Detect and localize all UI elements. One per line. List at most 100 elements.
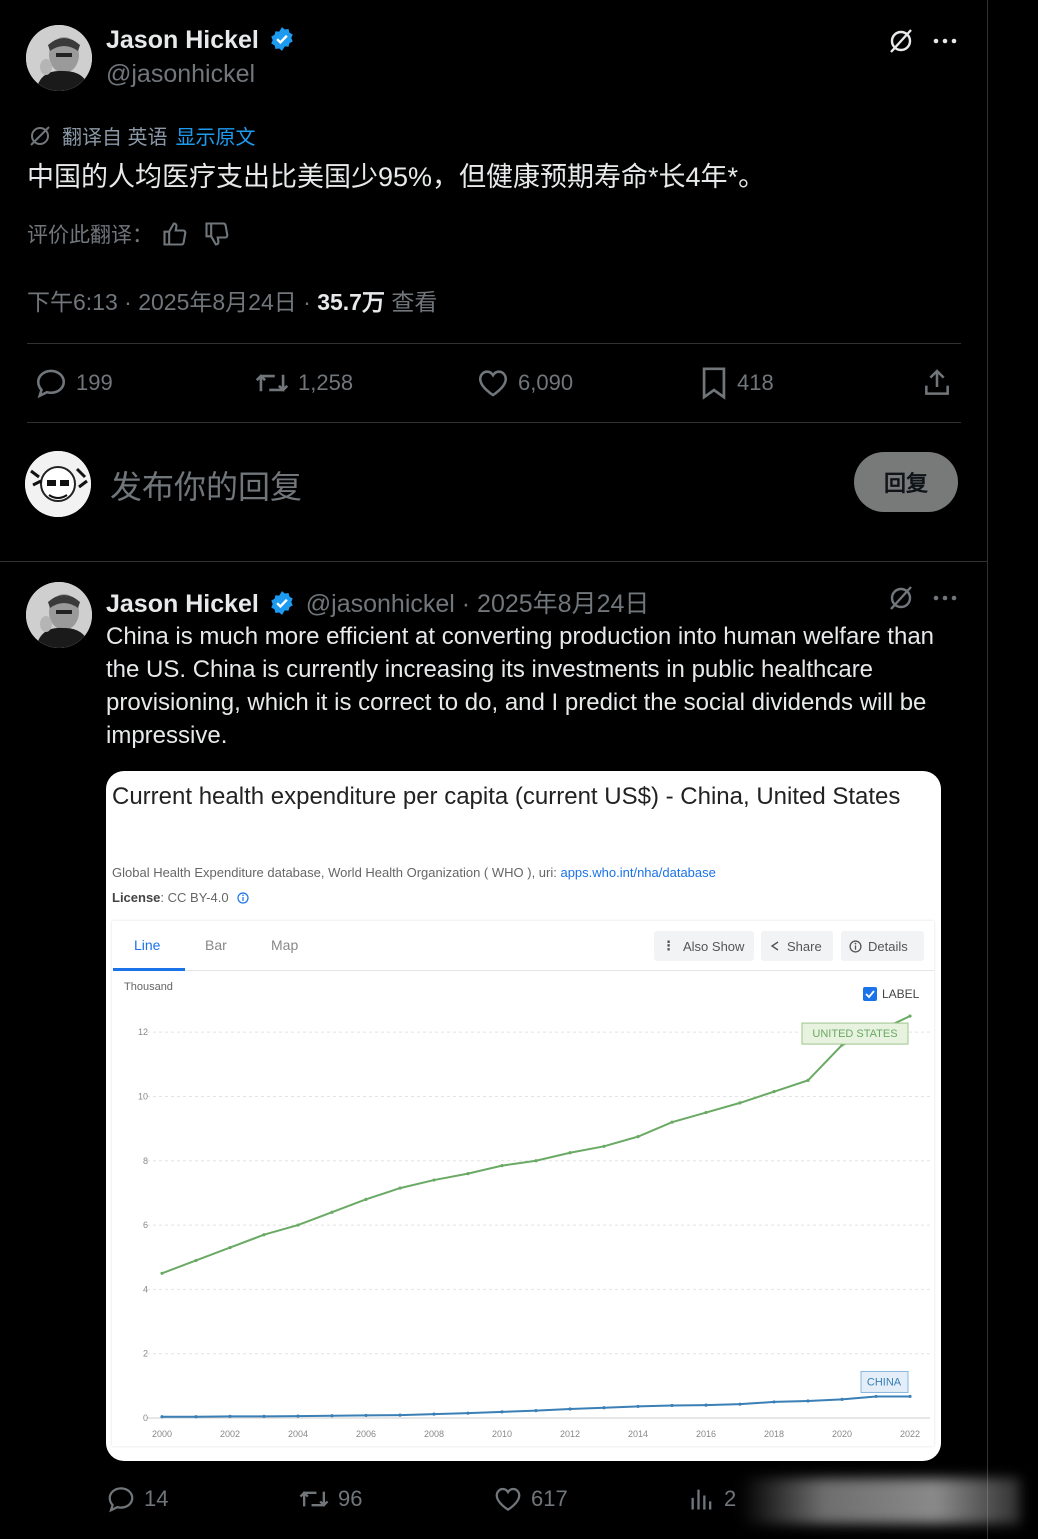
info-icon[interactable]: [236, 891, 249, 904]
also-show-button[interactable]: ⋮ Also Show: [654, 931, 754, 961]
reply-input[interactable]: 发布你的回复: [110, 462, 302, 508]
series-label-china: CHINA: [867, 1376, 902, 1388]
thumbs-down-icon[interactable]: [203, 220, 231, 248]
data-point: [160, 1271, 164, 1275]
tweet-text: 中国的人均医疗支出比美国少95%，但健康预期寿命*长4年*。: [27, 162, 766, 192]
x-tick-label: 2006: [356, 1429, 376, 1439]
details-label: Details: [868, 938, 908, 954]
reply-button[interactable]: 14: [106, 1484, 168, 1514]
data-point: [840, 1397, 844, 1401]
avatar-image: [26, 25, 92, 91]
like-button[interactable]: 6,090: [476, 366, 573, 400]
bookmark-button[interactable]: 418: [699, 366, 774, 400]
avatar-image: [26, 582, 92, 648]
bookmark-count: 418: [737, 370, 774, 395]
data-point: [228, 1245, 232, 1250]
repost-button[interactable]: 1,258: [254, 366, 353, 400]
data-point: [806, 1078, 810, 1082]
reply-button[interactable]: 199: [34, 366, 113, 400]
data-point: [262, 1233, 266, 1237]
share-icon[interactable]: [918, 364, 956, 402]
verified-badge-icon: [271, 27, 294, 51]
share-chart-button[interactable]: Share: [761, 931, 833, 961]
data-point: [296, 1414, 300, 1418]
line-chart: 0 2 4 6 8 10 12 2000 2002 2004 2006 2008 2010 2012 201…: [138, 1014, 930, 1439]
data-point: [534, 1409, 538, 1413]
verified-badge-icon: [271, 591, 294, 615]
tab-map[interactable]: Map: [271, 937, 298, 953]
data-point: [500, 1163, 504, 1168]
y-tick-label: 0: [143, 1413, 148, 1423]
divider: [0, 561, 988, 562]
tab-bar[interactable]: Bar: [205, 937, 227, 953]
like-count: 617: [531, 1486, 568, 1511]
data-point: [738, 1402, 742, 1406]
license-label: License: [112, 890, 161, 905]
x-tick-label: 2014: [628, 1429, 648, 1439]
like-count: 6,090: [518, 370, 574, 395]
views-button[interactable]: 2: [688, 1484, 736, 1514]
grok-icon[interactable]: [884, 583, 918, 613]
author-name-row[interactable]: Jason Hickel @jasonhickel · 2025年8月24日: [106, 584, 649, 620]
author-avatar[interactable]: [26, 25, 92, 91]
bookmark-icon: [702, 367, 726, 400]
author-name[interactable]: Jason Hickel: [106, 26, 259, 54]
thumbs-up-icon[interactable]: [161, 220, 189, 248]
author-avatar[interactable]: [26, 582, 92, 648]
info-icon: [849, 939, 862, 953]
views-count: 2: [724, 1486, 737, 1511]
author-name[interactable]: Jason Hickel: [106, 590, 259, 618]
tweet-date[interactable]: · 2025年8月24日: [455, 590, 650, 618]
data-point: [500, 1410, 504, 1414]
author-handle[interactable]: @jasonhickel: [306, 590, 455, 618]
x-tick-label: 2018: [764, 1429, 784, 1439]
author-handle[interactable]: @jasonhickel: [106, 60, 255, 89]
data-point: [194, 1258, 198, 1263]
data-point: [738, 1101, 742, 1105]
license-value: : CC BY-4.0: [160, 890, 229, 905]
chart-source-link[interactable]: apps.who.int/nha/database: [560, 865, 715, 880]
analytics-icon: [691, 1489, 712, 1510]
user-avatar[interactable]: [25, 451, 91, 517]
like-button[interactable]: 617: [493, 1484, 568, 1514]
y-tick-label: 10: [138, 1091, 148, 1101]
kebab-icon: ⋮: [662, 938, 675, 953]
data-point: [806, 1399, 810, 1403]
rate-translation-label: 评价此翻译：: [27, 224, 153, 247]
data-point: [432, 1178, 436, 1182]
label-checkbox-text: LABEL: [882, 987, 920, 1001]
series-line: [162, 1395, 910, 1418]
show-original-link[interactable]: 显示原文: [176, 121, 256, 150]
y-tick-label: 8: [143, 1156, 148, 1166]
author-name-row[interactable]: Jason Hickel: [106, 26, 295, 55]
data-point: [364, 1197, 368, 1201]
checkbox-checked-icon[interactable]: [863, 987, 877, 1001]
tweet-timestamp[interactable]: 下午6:13 · 2025年8月24日 ·: [27, 289, 317, 315]
data-point: [262, 1414, 266, 1418]
data-point: [228, 1414, 232, 1418]
label-toggle[interactable]: LABEL: [863, 987, 919, 1001]
data-point: [772, 1090, 776, 1094]
data-point: [670, 1120, 674, 1124]
grok-icon[interactable]: [884, 26, 918, 56]
details-button[interactable]: Details: [841, 931, 924, 961]
data-point: [568, 1151, 572, 1155]
column-border: [987, 0, 988, 1539]
more-options-icon[interactable]: [930, 585, 960, 611]
unit-label: Thousand: [124, 981, 173, 993]
reply-submit-button[interactable]: 回复: [854, 452, 958, 512]
data-point: [772, 1400, 776, 1404]
more-options-icon[interactable]: [930, 28, 960, 54]
reply-icon: [108, 1487, 134, 1513]
tab-line[interactable]: Line: [134, 937, 160, 953]
translate-icon: [30, 125, 50, 146]
data-point: [194, 1415, 198, 1419]
repost-button[interactable]: 96: [298, 1484, 362, 1514]
data-point: [636, 1135, 640, 1139]
data-point: [466, 1411, 470, 1415]
reply-icon: [36, 369, 66, 399]
data-point: [874, 1394, 878, 1399]
data-point: [364, 1413, 368, 1418]
x-tick-label: 2022: [900, 1429, 920, 1439]
view-label: 查看: [384, 289, 438, 315]
